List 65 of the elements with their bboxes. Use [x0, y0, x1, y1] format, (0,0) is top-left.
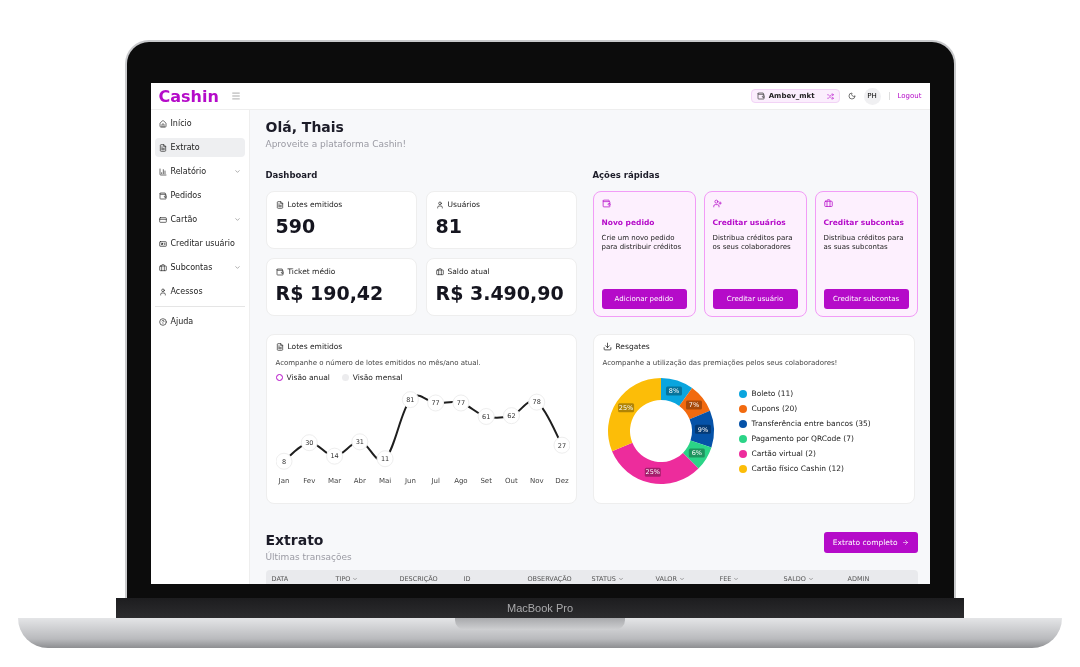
briefcase-icon [158, 263, 167, 272]
section-title: Extrato [265, 532, 325, 548]
sidebar-item[interactable]: Início [154, 114, 245, 133]
arrow-icon [901, 539, 909, 546]
point-marker [527, 393, 545, 411]
help-icon [158, 317, 167, 326]
greeting-title: Olá, Thais [265, 119, 345, 135]
home-icon [158, 119, 167, 128]
radio-icon[interactable] [275, 374, 283, 381]
point-marker [553, 436, 570, 454]
chevron-icon [352, 575, 359, 582]
laptop-label: MacBook Pro [507, 602, 573, 614]
briefcase-icon [435, 267, 444, 276]
card-icon [158, 215, 167, 224]
stat-value: 590 [275, 215, 317, 237]
sidebar-item[interactable]: Pedidos [154, 186, 245, 205]
point-marker [275, 452, 292, 470]
shuffle-icon [826, 92, 834, 100]
chevron-icon [807, 575, 814, 582]
section-title: Ações rápidas [592, 170, 661, 180]
sidebar-item[interactable]: Ajuda [154, 312, 245, 331]
stat-value: 81 [435, 215, 463, 237]
sidebar-item[interactable]: Acessos [154, 282, 245, 301]
point-marker [451, 394, 469, 412]
wallet-icon [601, 199, 611, 208]
logo: Cashin [158, 86, 220, 106]
point-marker [350, 433, 368, 451]
stat-value: R$ 190,42 [275, 282, 385, 304]
greeting-subtitle: Aproveite a plataforma Cashin! [265, 139, 408, 149]
sidebar-item[interactable]: Extrato [154, 138, 245, 157]
sidebar-item[interactable]: Creditar usuário [154, 234, 245, 253]
user-icon [435, 200, 444, 209]
id-card-icon [158, 239, 167, 248]
user-icon [158, 287, 167, 296]
chevron-icon [679, 575, 685, 582]
document-icon [275, 200, 284, 209]
chevron-icon [233, 264, 241, 271]
stat-value: R$ 3.490,90 [435, 282, 565, 304]
point-marker [325, 447, 343, 465]
point-marker [477, 408, 495, 425]
chevron-icon [617, 575, 624, 582]
point-marker [376, 450, 394, 468]
section-subtitle: Últimas transações [265, 552, 352, 562]
section-title: Dashboard [265, 170, 319, 180]
bar-chart-icon [158, 167, 167, 176]
user-plus-icon [712, 199, 722, 208]
wallet-icon [275, 267, 284, 276]
wallet-icon [158, 191, 167, 200]
point-marker [300, 434, 318, 452]
chevron-icon [733, 575, 740, 582]
chevron-icon [233, 216, 241, 223]
briefcase-icon [823, 199, 833, 208]
document-icon [275, 342, 284, 351]
point-marker [502, 407, 520, 425]
chevron-icon [233, 168, 241, 175]
moon-icon[interactable] [847, 92, 856, 100]
point-marker [426, 394, 444, 412]
download-icon [602, 342, 612, 351]
donut-slice [678, 388, 710, 420]
sidebar-item[interactable]: Cartão [154, 210, 245, 229]
sidebar-item[interactable]: Subcontas [154, 258, 245, 277]
wallet-icon [756, 92, 765, 100]
point-marker [401, 391, 419, 409]
sidebar-item[interactable]: Relatório [154, 162, 245, 181]
document-icon [158, 143, 167, 152]
